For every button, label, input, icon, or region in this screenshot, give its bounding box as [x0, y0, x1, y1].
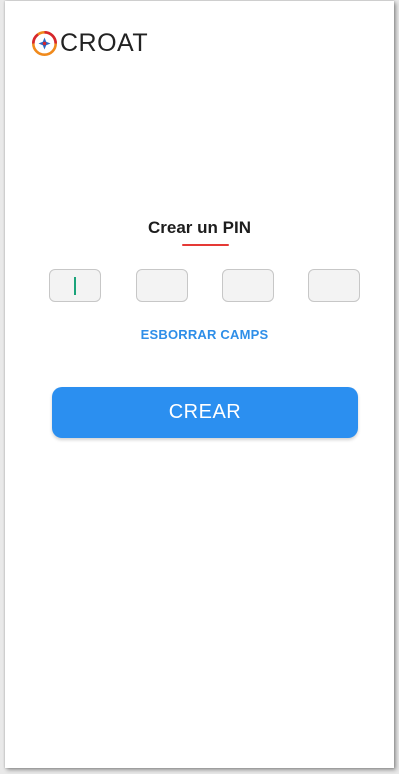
- brand-name: CROAT: [60, 29, 149, 57]
- pin-input-group: [49, 269, 362, 303]
- clear-fields-link[interactable]: ESBORRAR CAMPS: [5, 327, 394, 342]
- create-button-label: CREAR: [168, 401, 242, 423]
- croat-emblem-icon: [32, 30, 57, 56]
- pin-digit-4-input[interactable]: [308, 269, 360, 302]
- pin-digit-1-input[interactable]: [49, 269, 101, 302]
- pin-digit-3-input[interactable]: [222, 269, 274, 302]
- app-screen: CROAT Crear un PIN ESBORRAR CAMPS CREAR: [5, 1, 394, 768]
- create-button[interactable]: CREAR: [52, 387, 358, 438]
- page-title: Crear un PIN: [148, 218, 251, 237]
- title-underline: [182, 244, 229, 246]
- app-logo: CROAT: [32, 30, 148, 56]
- pin-digit-2-input[interactable]: [136, 269, 188, 302]
- text-cursor: [74, 277, 76, 295]
